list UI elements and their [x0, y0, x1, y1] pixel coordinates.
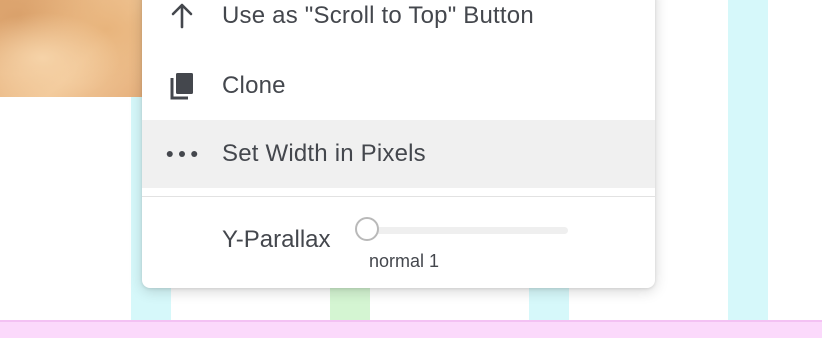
menu-item-label: Clone [222, 72, 286, 99]
menu-item-set-width-pixels[interactable]: Set Width in Pixels [142, 120, 655, 188]
clone-icon [166, 70, 198, 102]
background-image-thumbnail [0, 0, 142, 97]
menu-item-label: Set Width in Pixels [222, 140, 426, 167]
y-parallax-value: normal 1 [369, 251, 440, 271]
section-bottom-band [0, 320, 822, 338]
y-parallax-label: Y-Parallax [222, 226, 331, 253]
menu-item-scroll-to-top[interactable]: Use as "Scroll to Top" Button [142, 0, 655, 50]
menu-divider [142, 196, 655, 197]
y-parallax-slider-thumb[interactable] [355, 217, 379, 241]
arrow-up-icon [166, 0, 198, 32]
menu-item-label: Use as "Scroll to Top" Button [222, 2, 534, 29]
menu-item-clone[interactable]: Clone [142, 52, 655, 120]
y-parallax-slider-track[interactable] [368, 227, 568, 234]
context-menu: Use as "Scroll to Top" Button Clone Set … [142, 0, 655, 288]
layout-guide-column [728, 0, 768, 336]
more-horizontal-icon [166, 138, 198, 170]
